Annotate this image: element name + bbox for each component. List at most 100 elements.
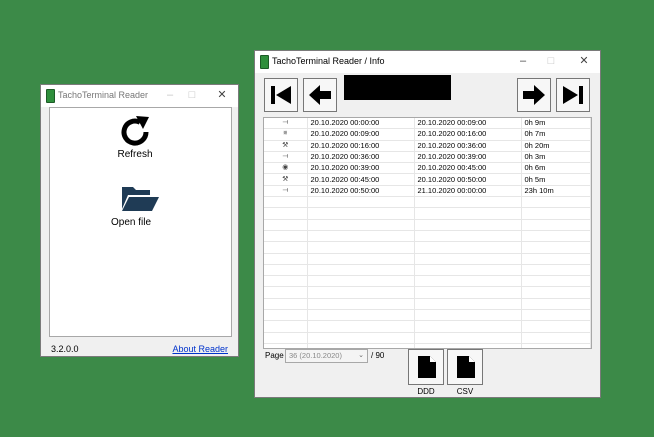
empty-cell — [521, 207, 591, 220]
empty-cell — [521, 332, 591, 344]
table-row[interactable]: ⟞ 20.10.2020 00:50:00 21.10.2020 00:00:00 2… — [264, 185, 591, 198]
empty-cell — [264, 241, 308, 254]
page-select[interactable]: 36 (20.10.2020) ⌄ — [285, 349, 368, 363]
empty-cell — [414, 264, 522, 277]
export-csv-button[interactable] — [447, 349, 483, 385]
start-time-cell: 20.10.2020 00:39:00 — [307, 162, 415, 175]
app-icon — [260, 55, 269, 69]
empty-cell — [414, 241, 522, 254]
info-titlebar[interactable]: TachoTerminal Reader / Info – □ ✕ — [255, 51, 600, 73]
empty-table-row[interactable] — [264, 309, 591, 322]
close-button[interactable]: ✕ — [211, 88, 233, 103]
activity-table[interactable]: ⟞ 20.10.2020 00:00:00 20.10.2020 00:09:00 0… — [263, 117, 592, 349]
duration-cell: 0h 7m — [521, 128, 591, 141]
empty-table-row[interactable] — [264, 264, 591, 277]
arrow-right-icon — [523, 85, 545, 105]
last-page-button[interactable] — [556, 78, 590, 112]
driving-icon: ◉ — [264, 162, 308, 175]
empty-cell — [264, 207, 308, 220]
availability-icon: ⚒ — [264, 140, 308, 152]
info-window-title: TachoTerminal Reader / Info — [272, 56, 385, 66]
duration-cell: 0h 5m — [521, 173, 591, 186]
empty-cell — [264, 253, 308, 265]
empty-cell — [307, 230, 415, 243]
empty-table-row[interactable] — [264, 275, 591, 288]
empty-table-row[interactable] — [264, 332, 591, 344]
reader-window: TachoTerminal Reader – □ ✕ Refresh Open … — [40, 84, 239, 357]
empty-cell — [264, 332, 308, 344]
empty-cell — [414, 332, 522, 344]
table-row[interactable]: ⚒ 20.10.2020 00:45:00 20.10.2020 00:50:00 0… — [264, 173, 591, 186]
next-page-button[interactable] — [517, 78, 551, 112]
close-button[interactable]: ✕ — [573, 54, 595, 69]
empty-cell — [414, 286, 522, 299]
open-file-button[interactable]: Open file — [96, 183, 166, 228]
empty-table-row[interactable] — [264, 219, 591, 231]
empty-table-row[interactable] — [264, 207, 591, 220]
empty-cell — [307, 253, 415, 265]
empty-cell — [307, 332, 415, 344]
chevron-down-icon: ⌄ — [358, 352, 364, 359]
first-page-button[interactable] — [264, 78, 298, 112]
end-time-cell: 20.10.2020 00:39:00 — [414, 151, 522, 164]
page-label: Page — [265, 351, 284, 360]
empty-cell — [264, 275, 308, 288]
table-row[interactable]: ␧ 20.10.2020 00:09:00 20.10.2020 00:16:00 0… — [264, 128, 591, 141]
empty-table-row[interactable] — [264, 253, 591, 265]
empty-cell — [521, 286, 591, 299]
table-row[interactable]: ⚒ 20.10.2020 00:16:00 20.10.2020 00:36:00 0… — [264, 140, 591, 152]
empty-cell — [307, 241, 415, 254]
empty-cell — [521, 219, 591, 231]
empty-cell — [521, 253, 591, 265]
about-reader-link[interactable]: About Reader — [172, 344, 228, 354]
empty-table-row[interactable] — [264, 286, 591, 299]
start-time-cell: 20.10.2020 00:00:00 — [307, 118, 415, 130]
empty-cell — [264, 298, 308, 311]
maximize-button[interactable]: □ — [181, 88, 203, 103]
empty-cell — [264, 286, 308, 299]
empty-cell — [521, 196, 591, 209]
empty-cell — [414, 275, 522, 288]
end-time-cell: 20.10.2020 00:36:00 — [414, 140, 522, 152]
skip-last-icon — [563, 86, 583, 104]
empty-cell — [414, 309, 522, 322]
refresh-button[interactable]: Refresh — [100, 113, 170, 160]
minimize-button[interactable]: – — [159, 88, 181, 103]
table-row[interactable]: ◉ 20.10.2020 00:39:00 20.10.2020 00:45:00 0… — [264, 162, 591, 175]
empty-table-row[interactable] — [264, 241, 591, 254]
empty-cell — [307, 320, 415, 333]
table-row[interactable]: ⟞ 20.10.2020 00:00:00 20.10.2020 00:09:00 0… — [264, 118, 591, 130]
empty-cell — [414, 196, 522, 209]
folder-open-icon — [122, 187, 159, 211]
csv-label: CSV — [456, 387, 474, 396]
maximize-button[interactable]: □ — [540, 54, 562, 69]
app-icon — [46, 89, 55, 103]
previous-page-button[interactable] — [303, 78, 337, 112]
page-total: / 90 — [371, 351, 385, 360]
end-time-cell: 20.10.2020 00:50:00 — [414, 173, 522, 186]
empty-cell — [307, 264, 415, 277]
work-icon: ␧ — [264, 128, 308, 141]
empty-cell — [521, 298, 591, 311]
availability-icon: ⚒ — [264, 173, 308, 186]
empty-cell — [521, 241, 591, 254]
empty-cell — [521, 230, 591, 243]
minimize-button[interactable]: – — [512, 54, 534, 69]
empty-table-row[interactable] — [264, 298, 591, 311]
arrow-left-icon — [309, 85, 331, 105]
empty-table-row[interactable] — [264, 320, 591, 333]
empty-table-row[interactable] — [264, 230, 591, 243]
empty-cell — [307, 207, 415, 220]
empty-cell — [414, 207, 522, 220]
empty-cell — [264, 219, 308, 231]
version-label: 3.2.0.0 — [51, 344, 79, 354]
empty-table-row[interactable] — [264, 196, 591, 209]
start-time-cell: 20.10.2020 00:09:00 — [307, 128, 415, 141]
duration-cell: 23h 10m — [521, 185, 591, 198]
table-row[interactable]: ⟞ 20.10.2020 00:36:00 20.10.2020 00:39:00 0… — [264, 151, 591, 164]
end-time-cell: 20.10.2020 00:45:00 — [414, 162, 522, 175]
export-ddd-button[interactable] — [408, 349, 444, 385]
empty-cell — [264, 196, 308, 209]
empty-cell — [307, 298, 415, 311]
reader-titlebar[interactable]: TachoTerminal Reader – □ ✕ — [41, 85, 238, 107]
